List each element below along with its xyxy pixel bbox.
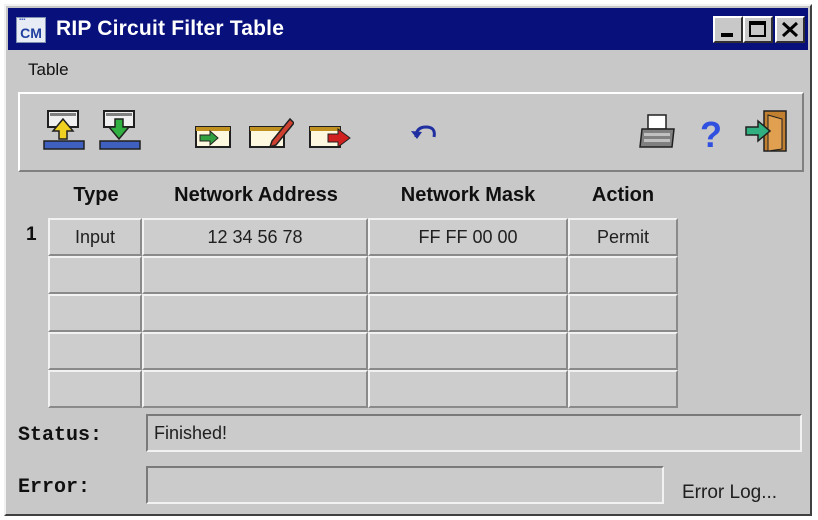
column-header-network-address: Network Address	[174, 184, 338, 206]
close-button[interactable]	[775, 16, 805, 43]
table-cell-address[interactable]	[142, 332, 368, 370]
svg-text:?: ?	[700, 114, 722, 155]
undo-icon	[411, 125, 436, 139]
window-title: RIP Circuit Filter Table	[56, 17, 285, 40]
import-icon	[43, 110, 85, 150]
toolbar: ?	[18, 92, 804, 172]
close-icon	[781, 21, 799, 38]
help-icon: ?	[700, 114, 722, 155]
title-bar[interactable]: ▪▪▪ CM RIP Circuit Filter Table	[8, 8, 808, 50]
column-header-type: Type	[73, 184, 119, 206]
menu-bar: Table	[8, 52, 808, 86]
help-button[interactable]: ?	[686, 107, 734, 155]
delete-record-icon	[309, 126, 351, 148]
print-button[interactable]	[634, 107, 682, 155]
table-cell-mask[interactable]	[368, 370, 568, 408]
maximize-button[interactable]	[743, 16, 773, 43]
menu-table[interactable]: Table	[28, 60, 69, 80]
minimize-button[interactable]	[713, 16, 743, 43]
export-icon	[99, 110, 141, 150]
table-cell-address[interactable]	[142, 370, 368, 408]
delete-record-button[interactable]	[306, 107, 354, 155]
table-cell-action[interactable]	[568, 294, 678, 332]
table-cell-type[interactable]	[48, 256, 142, 294]
export-button[interactable]	[98, 107, 146, 155]
row-number: 1	[26, 224, 37, 245]
table-cell-action[interactable]	[568, 256, 678, 294]
status-label: Status:	[18, 424, 103, 447]
maximize-icon	[749, 21, 766, 37]
error-field	[146, 466, 664, 504]
edit-record-button[interactable]	[246, 107, 294, 155]
table-cell-action[interactable]	[568, 370, 678, 408]
error-label: Error:	[18, 476, 91, 499]
table-cell-type[interactable]: Input	[48, 218, 142, 256]
table-cell-mask[interactable]	[368, 256, 568, 294]
table-cell-mask[interactable]: FF FF 00 00	[368, 218, 568, 256]
print-icon	[639, 114, 675, 148]
column-header-action: Action	[591, 184, 655, 206]
error-log-link[interactable]: Error Log...	[682, 482, 777, 504]
app-icon: ▪▪▪ CM	[16, 17, 46, 43]
table-cell-action[interactable]	[568, 332, 678, 370]
table-cell-address[interactable]: 12 34 56 78	[142, 218, 368, 256]
table-cell-type[interactable]	[48, 370, 142, 408]
column-header-network-mask: Network Mask	[400, 184, 536, 206]
table-cell-mask[interactable]	[368, 294, 568, 332]
edit-record-icon	[249, 117, 294, 149]
table-cell-type[interactable]	[48, 332, 142, 370]
status-field: Finished!	[146, 414, 802, 452]
exit-icon	[745, 110, 787, 152]
table-cell-address[interactable]	[142, 256, 368, 294]
undo-button[interactable]	[402, 107, 450, 155]
minimize-icon	[721, 33, 733, 37]
table-cell-mask[interactable]	[368, 332, 568, 370]
filter-table-window: ▪▪▪ CM RIP Circuit Filter Table Table ? …	[4, 4, 812, 516]
add-record-icon	[195, 126, 231, 148]
table-cell-address[interactable]	[142, 294, 368, 332]
table-cell-type[interactable]	[48, 294, 142, 332]
exit-button[interactable]	[742, 107, 790, 155]
table-cell-action[interactable]: Permit	[568, 218, 678, 256]
add-record-button[interactable]	[190, 107, 238, 155]
import-button[interactable]	[42, 107, 90, 155]
